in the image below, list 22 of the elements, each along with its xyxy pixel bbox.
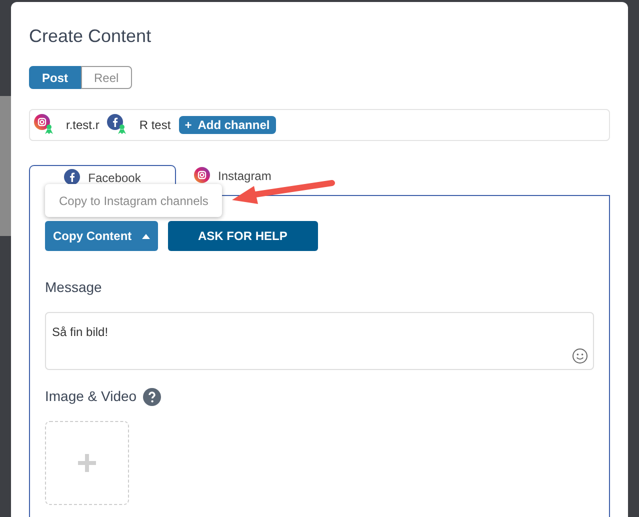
ribbon-badge-icon — [116, 123, 128, 135]
message-label: Message — [45, 278, 103, 297]
format-toggle-option[interactable]: Post — [29, 66, 82, 89]
caret-icon — [142, 234, 150, 238]
tooltip: Copy to Instagram channels — [45, 184, 222, 217]
ribbon-badge-icon — [43, 123, 55, 135]
image-video-label: Image & Video — [45, 387, 137, 406]
ask-for-help-button[interactable]: ASK FOR HELP — [168, 221, 318, 251]
format-toggle-option[interactable]: Reel — [81, 66, 132, 89]
instagram-icon — [34, 114, 50, 130]
channel-name: r.test.r — [66, 117, 100, 134]
instagram-icon — [194, 167, 210, 183]
dialog-title: Create Content — [29, 26, 152, 46]
message-field[interactable]: Så fin bild! — [45, 312, 594, 370]
facebook-icon — [107, 114, 124, 130]
help-icon[interactable] — [142, 388, 161, 406]
facebook-icon — [64, 169, 80, 185]
plus-icon — [78, 454, 96, 472]
add-channel-button[interactable]: + Add channel — [178, 116, 276, 134]
emoji-icon[interactable] — [572, 348, 588, 364]
copy-content-button[interactable]: Copy Content — [45, 221, 158, 251]
channel-name: R test — [139, 117, 171, 134]
